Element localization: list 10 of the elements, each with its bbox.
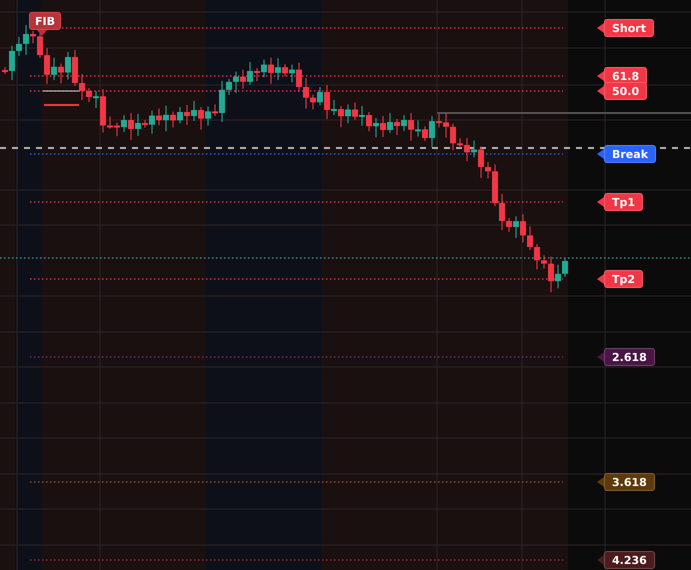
level-label: 4.236 <box>597 551 655 569</box>
marker-line <box>42 90 80 92</box>
level-label: Tp2 <box>597 270 644 288</box>
level-label: Short <box>597 19 654 37</box>
marker-line <box>44 104 79 106</box>
level-label: Break <box>597 145 656 163</box>
level-label: 3.618 <box>597 473 655 491</box>
level-label: Tp1 <box>597 193 644 211</box>
level-label: 2.618 <box>597 348 655 366</box>
level-label: 50.0 <box>597 82 648 100</box>
